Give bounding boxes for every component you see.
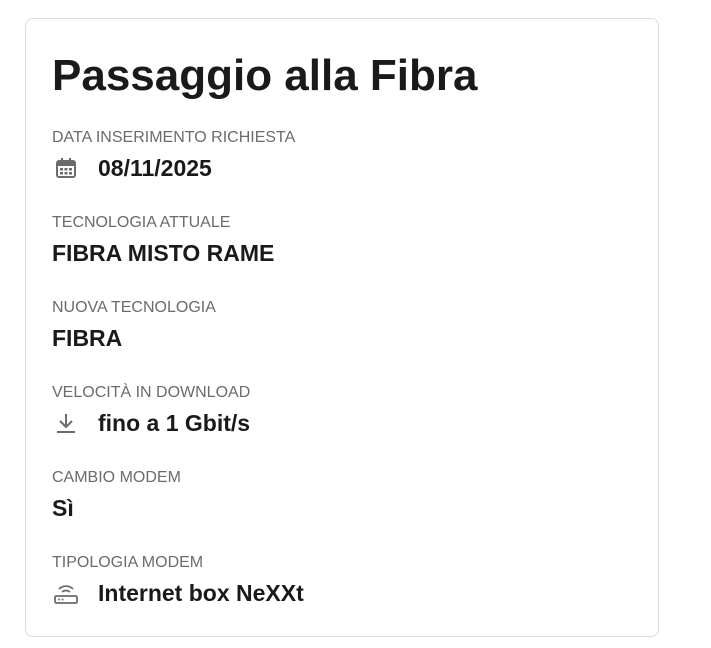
download-icon [52,409,80,437]
field-label: VELOCITÀ IN DOWNLOAD [52,384,251,401]
field-current-technology: TECNOLOGIA ATTUALE FIBRA MISTO RAME [52,213,274,268]
field-label: NUOVA TECNOLOGIA [52,299,216,316]
router-icon [52,579,80,607]
field-value-row: FIBRA MISTO RAME [52,238,274,268]
modem-change-value: Sì [52,495,74,521]
modem-type-value: Internet box NeXXt [98,580,304,606]
new-technology-value: FIBRA [52,325,123,351]
field-label: CAMBIO MODEM [52,469,181,486]
request-date-value: 08/11/2025 [98,155,212,181]
field-value-row: FIBRA [52,323,216,353]
card-title: Passaggio alla Fibra [52,51,478,100]
field-request-date: DATA INSERIMENTO RICHIESTA 08/11/2025 [52,128,295,183]
download-speed-value: fino a 1 Gbit/s [98,410,251,436]
field-value-row: 08/11/2025 [52,153,295,183]
field-download-speed: VELOCITÀ IN DOWNLOAD fino a 1 Gbit/s [52,383,250,438]
field-value-row: fino a 1 Gbit/s [52,408,250,438]
field-value-row: Internet box NeXXt [52,578,304,608]
calendar-icon [52,154,80,182]
field-new-technology: NUOVA TECNOLOGIA FIBRA [52,298,216,353]
field-modem-change: CAMBIO MODEM Sì [52,468,181,523]
current-technology-value: FIBRA MISTO RAME [52,240,275,266]
field-value-row: Sì [52,493,181,523]
field-label: TECNOLOGIA ATTUALE [52,214,231,231]
field-modem-type: TIPOLOGIA MODEM Internet box NeXXt [52,553,304,608]
field-label: DATA INSERIMENTO RICHIESTA [52,129,296,146]
field-label: TIPOLOGIA MODEM [52,554,204,571]
fiber-migration-card: Passaggio alla Fibra DATA INSERIMENTO RI… [25,18,659,637]
